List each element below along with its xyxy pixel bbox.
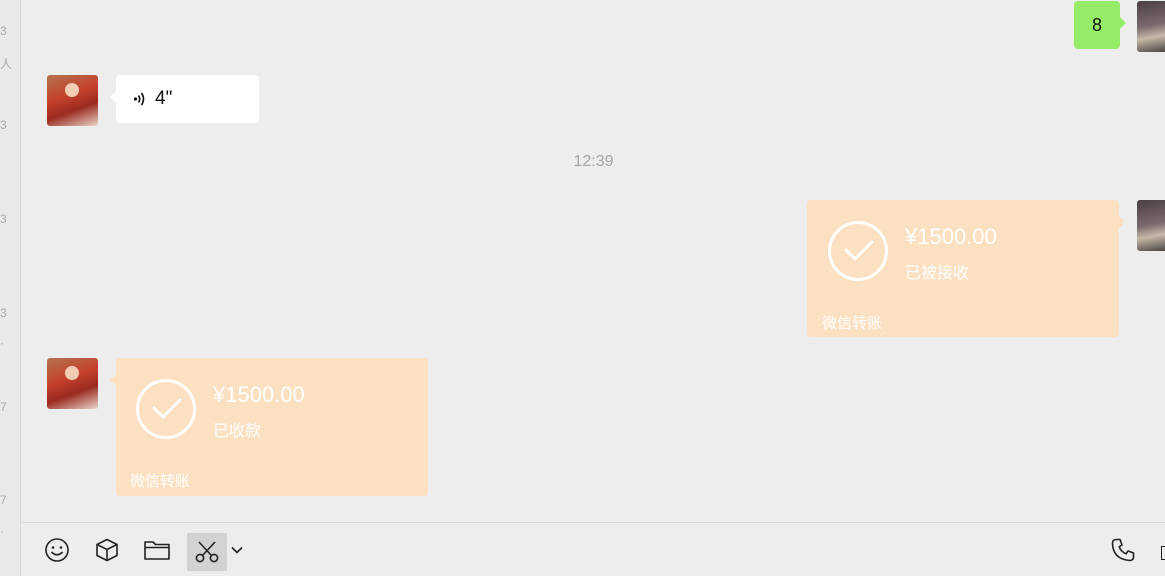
message-text: 8 xyxy=(1091,14,1102,35)
transfer-label: 微信转账 xyxy=(130,473,191,490)
my-avatar[interactable] xyxy=(1137,1,1165,52)
check-circle-icon xyxy=(828,221,888,281)
box-icon[interactable] xyxy=(92,535,122,565)
transfer-received-card[interactable]: ¥1500.00 已收款 微信转账 xyxy=(110,358,428,496)
scissors-icon[interactable] xyxy=(187,533,227,571)
list-fragment: 人 xyxy=(0,57,13,71)
transfer-amount: ¥1500.00 xyxy=(905,224,997,249)
transfer-status: 已收款 xyxy=(213,423,262,440)
my-avatar[interactable] xyxy=(1137,200,1165,251)
transfer-status: 已被接收 xyxy=(905,265,970,282)
transfer-label: 微信转账 xyxy=(822,315,883,332)
list-fragment: 7 xyxy=(0,400,7,414)
list-fragment: · xyxy=(0,524,4,538)
input-toolbar xyxy=(22,522,1165,576)
list-fragment: · xyxy=(0,336,4,350)
transfer-amount: ¥1500.00 xyxy=(213,382,305,407)
phone-icon[interactable] xyxy=(1108,535,1138,565)
message-timestamp: 12:39 xyxy=(573,153,614,170)
list-fragment: 3 xyxy=(0,306,7,320)
check-circle-icon xyxy=(136,379,196,439)
contact-avatar[interactable] xyxy=(47,75,98,126)
list-fragment: 3 xyxy=(0,24,7,38)
chat-message-area: 8 4" 12:39 ¥1500.00 已被接收 微信转账 ¥1500.00 已… xyxy=(22,0,1165,522)
list-fragment: 3 xyxy=(0,212,7,226)
video-icon-partial[interactable] xyxy=(1161,546,1165,560)
sent-text-bubble[interactable]: 8 xyxy=(1074,1,1126,49)
transfer-sent-card[interactable]: ¥1500.00 已被接收 微信转账 xyxy=(807,200,1125,337)
contact-avatar[interactable] xyxy=(47,358,98,409)
folder-icon[interactable] xyxy=(142,535,172,565)
list-fragment: 3 xyxy=(0,118,7,132)
voice-duration: 4" xyxy=(155,88,173,109)
list-fragment: 7 xyxy=(0,493,7,507)
voice-wave-icon xyxy=(133,92,145,106)
conversation-list-edge: 3 人 3 3 3 · 7 7 · xyxy=(0,0,21,576)
voice-message-bubble[interactable]: 4" xyxy=(110,75,259,123)
chevron-down-icon[interactable] xyxy=(228,535,246,565)
emoji-icon[interactable] xyxy=(42,535,72,565)
